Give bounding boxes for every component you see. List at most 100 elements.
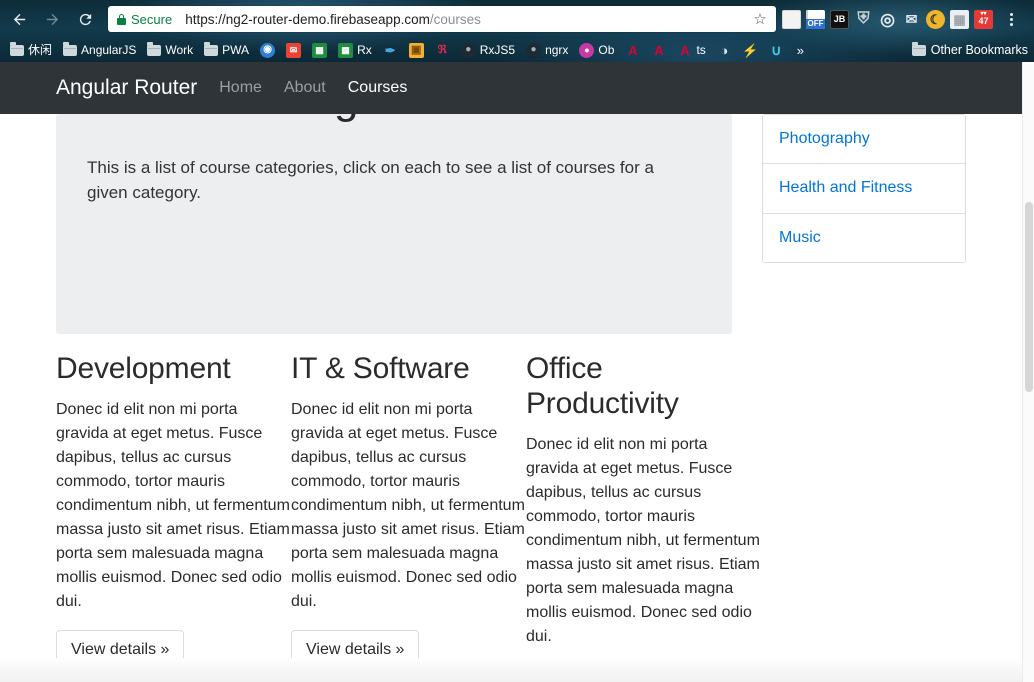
angular-icon: A [680,42,690,58]
column-title: Development [56,352,231,385]
bookmark-twitter[interactable]: ✒ [379,42,402,59]
lock-icon [117,13,126,25]
bookmark-angular-2[interactable]: A [647,42,670,59]
r-icon: ℜ [437,43,447,56]
forward-button[interactable] [38,5,66,33]
rxjs-icon: ● [460,42,476,58]
category-list-group: Photography Health and Fitness Music [762,114,966,264]
column-office-productivity: Office Productivity Donec id elit non mi… [526,352,761,682]
nav-link-home[interactable]: Home [219,79,262,97]
address-bar[interactable]: Secure https://ng2-router-demo.firebasea… [108,6,776,32]
flame-icon: ⚡ [742,42,759,58]
column-title: Office Productivity [526,352,679,420]
category-item-music[interactable]: Music [763,212,965,263]
category-item-photography[interactable]: Photography [763,115,965,164]
category-item-health-and-fitness[interactable]: Health and Fitness [763,163,965,213]
page-title: Course Categories! [87,114,466,123]
bookmark-box[interactable]: ▣ [405,42,428,59]
folder-icon [911,42,926,56]
gmail-icon: ✉ [286,42,302,58]
bookmark-folder-work[interactable]: Work [143,42,197,58]
grid-extension-icon[interactable]: ▦ [950,9,969,29]
bookmark-star-icon[interactable]: ☆ [750,9,770,29]
bookmark-sheets[interactable]: ▦ [308,42,331,59]
nav-link-courses[interactable]: Courses [348,79,408,97]
folder-icon [10,42,24,56]
bookmark-label: PWA [222,43,250,57]
column-development: Development Donec id elit non mi porta g… [56,352,291,670]
bookmark-label: AngularJS [81,43,137,57]
column-text: Donec id elit non mi porta gravida at eg… [526,435,760,645]
column-it-and-software: IT & Software Donec id elit non mi porta… [291,352,526,670]
bookmark-folder-pwa[interactable]: PWA [200,42,253,58]
bookmark-label: ts [696,43,706,57]
bookmark-sheets-rx[interactable]: ▦ Rx [334,42,376,59]
back-button[interactable] [5,5,33,33]
ghost-icon: ◑ [720,42,729,58]
bookmark-angular-1[interactable]: A [621,42,644,59]
column-title: IT & Software [291,352,470,385]
url-host: https://ng2-router-demo.firebaseapp.com [185,11,430,27]
three-dot-menu-icon[interactable] [1001,8,1021,30]
bookmark-angular-ts[interactable]: A ts [673,42,709,59]
view-details-button[interactable]: View details » [291,629,420,670]
shield-extension-icon[interactable]: ⛨ [854,10,873,29]
angular-icon: A [628,42,638,58]
sheets-icon: ▦ [338,42,354,58]
twitter-icon: ✒ [384,42,396,58]
box-icon: ▣ [408,42,424,58]
bookmark-u-icon[interactable]: ∪ [765,42,788,59]
folder-icon [147,42,162,56]
observable-icon: ● [579,42,595,58]
bookmark-label: Rx [357,43,372,57]
column-text: Donec id elit non mi porta gravida at eg… [291,400,525,610]
url-text: https://ng2-router-demo.firebaseapp.com/… [185,12,750,27]
page-viewport: Angular Router Home About Courses Course… [0,62,1034,682]
navbar-brand[interactable]: Angular Router [56,76,197,100]
sheets-icon: ▦ [312,42,328,58]
ngrx-icon: ● [526,42,542,58]
target-extension-icon[interactable]: ◎ [878,10,897,29]
bookmark-flame[interactable]: ⚡ [739,42,762,59]
nav-link-about[interactable]: About [284,79,326,97]
security-status-label: Secure [131,11,173,27]
bookmarks-bar: 休闲 AngularJS Work PWA ◉ ✉ ▦ ▦ Rx ✒ ▣ ℜ ●… [0,38,1034,62]
vertical-scrollbar[interactable] [1022,62,1034,682]
blue-circle-icon: ◉ [260,42,276,58]
bookmark-label: ngrx [545,43,569,57]
reload-button[interactable] [71,5,99,33]
browser-toolbar: Secure https://ng2-router-demo.firebasea… [0,0,1034,38]
bookmark-label: Work [165,43,194,57]
browser-chrome: Secure https://ng2-router-demo.firebasea… [0,0,1034,62]
bookmark-observable[interactable]: ● Ob [575,42,618,59]
extensions-strip: OFF JB ⛨ ◎ ✉ ☾ ▦ ▾▾ 47 [782,8,1021,30]
bookmark-folder-xiuxian[interactable]: 休闲 [6,42,56,58]
jetbrains-extension-icon[interactable]: JB [830,9,849,29]
calendar-badge-extension-icon[interactable]: ▾▾ 47 [974,9,993,29]
folder-icon [63,42,78,56]
url-path: /courses [429,11,481,27]
bookmark-label: 休闲 [28,43,53,57]
site-navbar: Angular Router Home About Courses [0,62,1022,114]
jumbotron: Course Categories! This is a list of cou… [56,114,732,334]
moon-extension-icon[interactable]: ☾ [926,9,945,29]
bookmark-rxjs5[interactable]: ● RxJS5 [457,42,519,59]
white-box-extension-icon[interactable] [782,9,801,29]
bookmark-ghost[interactable]: ◑ [713,42,736,59]
bookmark-blue-circle[interactable]: ◉ [256,42,279,59]
page-lead-text: This is a list of course categories, cli… [87,158,654,202]
bookmarks-overflow-chevron[interactable]: » [791,43,810,58]
other-bookmarks-label: Other Bookmarks [930,43,1028,57]
bookmark-r-icon[interactable]: ℜ [431,42,454,59]
angular-icon: A [654,42,664,58]
mail-extension-icon[interactable]: ✉ [902,10,921,29]
view-details-button[interactable]: View details » [526,664,655,682]
bookmark-folder-angularjs[interactable]: AngularJS [59,42,140,58]
view-details-button[interactable]: View details » [56,629,185,670]
other-bookmarks-folder[interactable]: Other Bookmarks [911,42,1028,57]
bookmark-ngrx[interactable]: ● ngrx [522,42,572,59]
bookmark-gmail[interactable]: ✉ [282,42,305,59]
scrollbar-thumb[interactable] [1025,202,1033,392]
bookmark-label: Ob [598,43,615,57]
off-toggle-extension-icon[interactable]: OFF [806,9,825,29]
